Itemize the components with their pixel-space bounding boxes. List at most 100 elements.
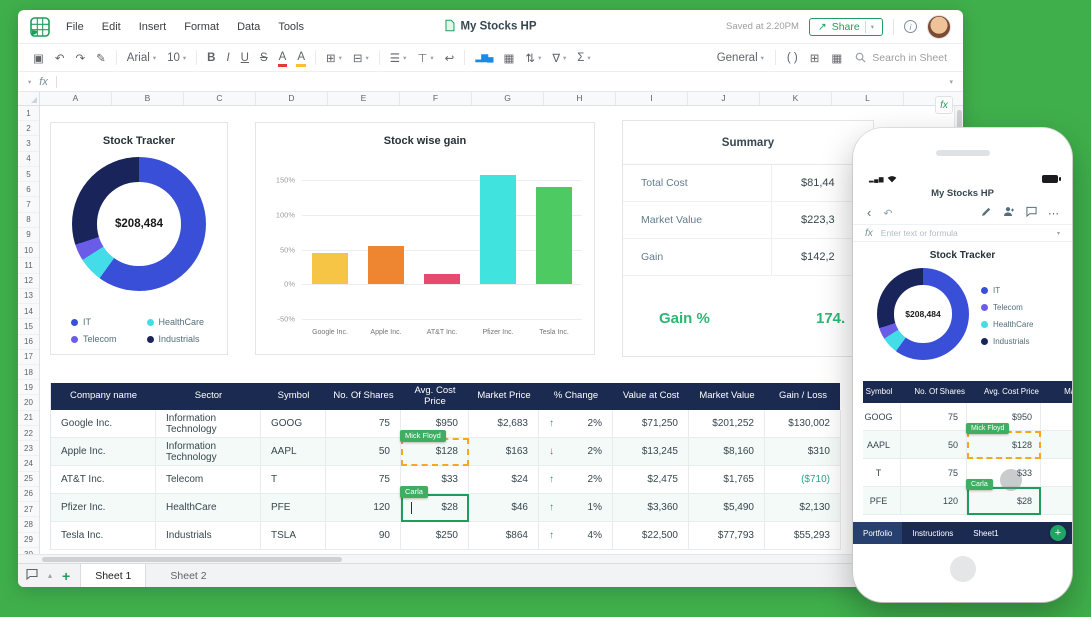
edit-pen-icon[interactable] [981, 204, 992, 222]
bold-button[interactable]: B [202, 48, 220, 68]
vertical-align-button[interactable]: ⊤ ▾ [412, 48, 438, 68]
row-header[interactable]: 18 [18, 365, 39, 381]
formula-bar[interactable]: ▾ fx ▾ [18, 72, 963, 92]
sheet-search[interactable]: Search in Sheet [849, 52, 953, 64]
undo-button[interactable]: ↶ [50, 48, 70, 68]
cell-sector[interactable]: Information Technology [156, 410, 261, 438]
app-logo-icon[interactable] [30, 16, 50, 37]
menu-item[interactable]: File [66, 21, 84, 33]
cell-company[interactable]: Apple Inc. [51, 438, 156, 466]
cell-market-value[interactable]: $1,765 [689, 466, 765, 494]
cell-shares[interactable]: 50 [326, 438, 401, 466]
column-header[interactable]: E [328, 92, 400, 105]
comment-icon[interactable] [1026, 204, 1037, 222]
insert-image-button[interactable]: ▦ [499, 48, 520, 68]
print-button[interactable]: ▣ [28, 48, 49, 68]
column-header[interactable]: D [256, 92, 328, 105]
row-header[interactable]: 25 [18, 472, 39, 487]
row-header[interactable]: 27 [18, 502, 39, 518]
phone-add-sheet-button[interactable]: + [1050, 525, 1066, 541]
column-header[interactable]: B [112, 92, 184, 105]
row-header[interactable]: 3 [18, 136, 39, 152]
cell-company[interactable]: Pfizer Inc. [51, 494, 156, 522]
font-size-select[interactable]: 10 ▾ [162, 48, 191, 68]
cell-shares[interactable]: 75 [901, 459, 967, 487]
row-header[interactable]: 13 [18, 289, 39, 305]
back-icon[interactable]: ‹ [867, 206, 871, 219]
info-icon[interactable]: i [904, 20, 917, 33]
cell-company[interactable]: Google Inc. [51, 410, 156, 438]
col-header-market-value[interactable]: Market Value [689, 383, 765, 410]
cell-sector[interactable]: HealthCare [156, 494, 261, 522]
stock-gain-chart-card[interactable]: Stock wise gain 150% 100% 50% 0% -50% Google … [255, 122, 595, 355]
row-header[interactable]: 24 [18, 456, 39, 472]
cell-change[interactable]: ↑ 1% [539, 494, 613, 522]
menu-item[interactable]: Data [237, 21, 260, 33]
menu-item[interactable]: Format [184, 21, 219, 33]
cell-value-at-cost[interactable]: $13,245 [613, 438, 689, 466]
cell-market-price[interactable]: $46 [1041, 487, 1072, 515]
cell-gain-loss[interactable]: $130,002 [765, 410, 841, 438]
wrap-text-button[interactable]: ↩ [440, 48, 460, 68]
cell-sector[interactable]: Industrials [156, 522, 261, 550]
cell-market-price[interactable]: $163 [469, 438, 539, 466]
column-header[interactable]: K [760, 92, 832, 105]
cell-symbol[interactable]: AAPL [261, 438, 326, 466]
row-header[interactable]: 2 [18, 121, 39, 137]
column-header[interactable]: F [400, 92, 472, 105]
stock-tracker-chart-card[interactable]: Stock Tracker $208,484 IT Telecom Health… [50, 122, 228, 355]
formula-helper-button[interactable]: ( ) [782, 48, 803, 68]
row-header[interactable]: 11 [18, 258, 39, 274]
cell-symbol[interactable]: GOOG [863, 403, 901, 431]
borders-button[interactable]: ⊞ ▾ [321, 48, 347, 68]
row-header[interactable]: 12 [18, 274, 39, 289]
horizontal-align-button[interactable]: ☰ ▾ [385, 48, 412, 68]
chevron-down-icon[interactable]: ▾ [1057, 230, 1060, 237]
fill-color-button[interactable]: A [292, 48, 310, 68]
column-header[interactable]: G [472, 92, 544, 105]
col-header-shares[interactable]: No. Of Shares [326, 383, 401, 410]
cell-market-value[interactable]: $8,160 [689, 438, 765, 466]
strikethrough-button[interactable]: S [255, 48, 273, 68]
cell-avg-cost-editing[interactable]: Carla $28 [400, 486, 469, 522]
cell-shares[interactable]: 75 [326, 410, 401, 438]
row-header[interactable]: 20 [18, 395, 39, 411]
col-header-avg-cost[interactable]: Avg. Cost Price [401, 383, 469, 410]
font-color-button[interactable]: A [274, 48, 292, 68]
col-header-gain-loss[interactable]: Gain / Loss [765, 383, 841, 410]
cell-market-price[interactable]: $24 [469, 466, 539, 494]
row-header[interactable]: 19 [18, 380, 39, 396]
format-painter-button[interactable]: ✎ [91, 48, 111, 68]
cell-company[interactable]: AT&T Inc. [51, 466, 156, 494]
row-header[interactable]: 8 [18, 213, 39, 228]
row-header[interactable]: 16 [18, 335, 39, 350]
row-header[interactable]: 26 [18, 487, 39, 503]
phone-tab-portfolio[interactable]: Portfolio [853, 522, 903, 544]
sheet-tab-1[interactable]: Sheet 1 [80, 564, 147, 587]
cell-change[interactable]: ↓ 2% [539, 438, 613, 466]
cell-symbol[interactable]: PFE [863, 487, 901, 515]
cell-gain-loss[interactable]: $2,130 [765, 494, 841, 522]
fx-insert-function-button[interactable]: fx [935, 96, 953, 114]
menu-item[interactable]: Insert [139, 21, 167, 33]
phone-tab-sheet1[interactable]: Sheet1 [963, 522, 1008, 544]
horizontal-scrollbar[interactable] [18, 554, 963, 563]
user-avatar[interactable] [927, 14, 951, 39]
row-header[interactable]: 14 [18, 304, 39, 320]
column-header[interactable]: I [616, 92, 688, 105]
share-user-icon[interactable] [1003, 204, 1015, 222]
menu-item[interactable]: Tools [278, 21, 304, 33]
row-header[interactable]: 7 [18, 197, 39, 213]
sheet-list-icon[interactable]: ▴ [48, 571, 52, 580]
cell-shares[interactable]: 90 [326, 522, 401, 550]
row-header[interactable]: 10 [18, 243, 39, 259]
cell-symbol[interactable]: GOOG [261, 410, 326, 438]
cell-symbol[interactable]: TSLA [261, 522, 326, 550]
cell-market-price[interactable]: $163 [1041, 431, 1072, 459]
document-title[interactable]: My Stocks HP [444, 19, 537, 34]
undo-icon[interactable]: ↶ [883, 207, 892, 220]
cell-market-value[interactable]: $201,252 [689, 410, 765, 438]
redo-button[interactable]: ↷ [71, 48, 91, 68]
cell-gain-loss[interactable]: $55,293 [765, 522, 841, 550]
cell-symbol[interactable]: T [261, 466, 326, 494]
